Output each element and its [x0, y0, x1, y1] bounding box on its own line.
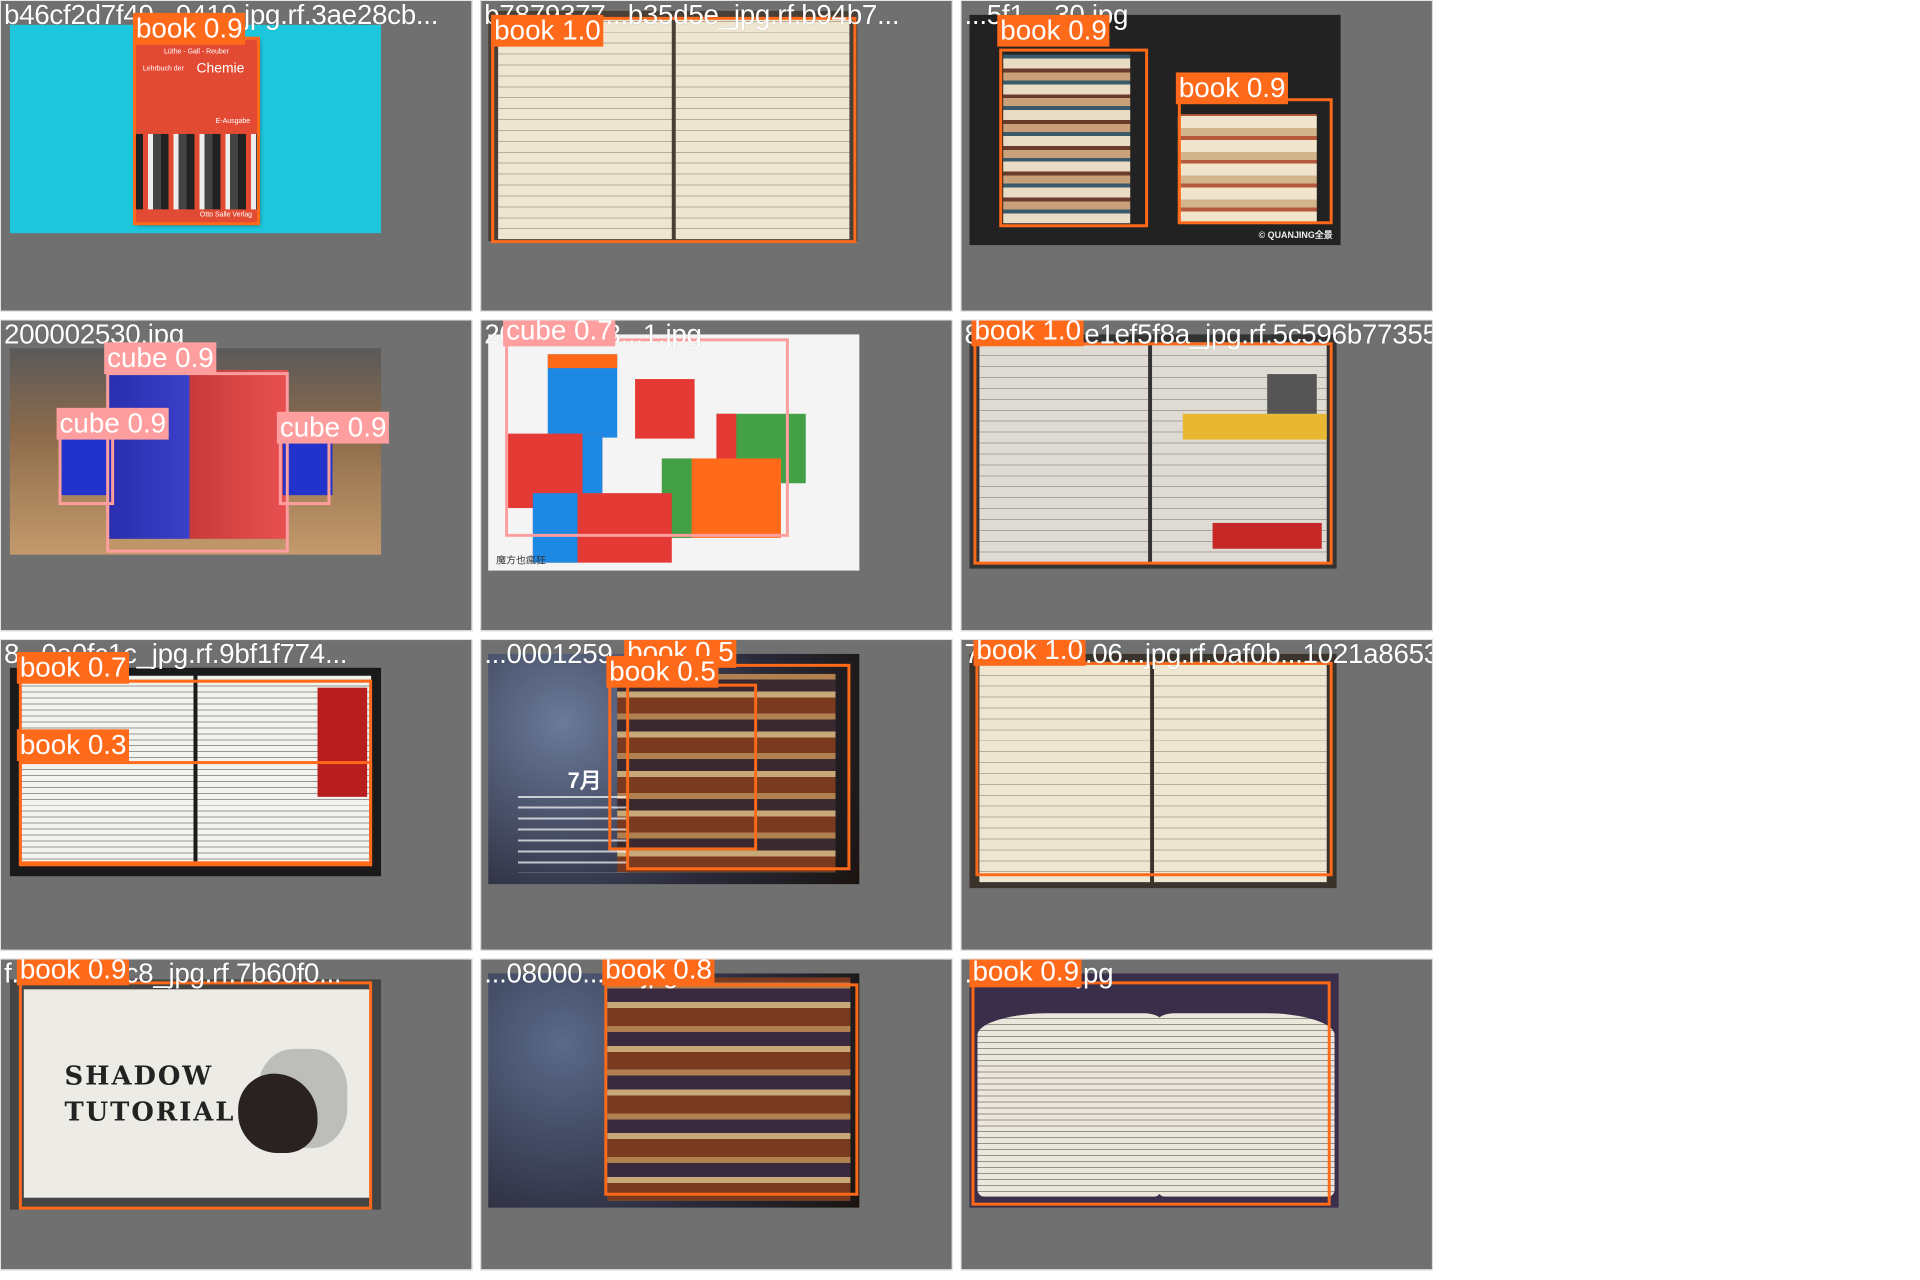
detection-box — [999, 48, 1149, 228]
detection-box — [132, 36, 260, 226]
detection-mosaic: Lüthe - Gall - Reuber Lehrbuch der Chemi… — [0, 0, 1437, 1280]
detection-box — [18, 761, 373, 867]
image-tile: 8...0a0fc1c_jpg.rf.9bf1f774... book 0.7 … — [0, 639, 473, 951]
image-tile: 魔方也瘋狂 200000353...1.jpg cube 0.7 — [480, 319, 953, 632]
detection-box — [608, 683, 758, 851]
detection-box — [106, 372, 289, 553]
detection-label: book 0.9 — [969, 959, 1083, 988]
detection-box — [604, 983, 859, 1196]
detection-label: book 0.5 — [606, 655, 719, 688]
detection-box — [278, 437, 331, 506]
detection-label: cube 0.9 — [104, 342, 217, 375]
detection-box — [491, 16, 857, 244]
detection-label: book 0.9 — [997, 14, 1110, 47]
detection-box — [973, 342, 1333, 565]
detection-label: book 0.9 — [16, 959, 130, 986]
calendar-month: 7月 — [567, 768, 602, 793]
image-tile: 8cdb5383e1ef5f8a_jpg.rf.5c596b77355c63a8… — [960, 319, 1433, 632]
image-tile: ...55...56.jpg book 0.9 — [960, 958, 1433, 1271]
image-tile: 7月 ...0001259... book 0.5 book 0.5 — [480, 639, 953, 951]
detection-box — [18, 981, 373, 1210]
detection-label: book 0.7 — [16, 651, 130, 684]
detection-box — [1177, 98, 1333, 225]
detection-label: book 0.9 — [1175, 72, 1289, 105]
detection-label: book 1.0 — [971, 320, 1085, 347]
detection-box — [971, 981, 1331, 1206]
detection-label: book 0.8 — [602, 959, 715, 986]
detection-label: book 1.0 — [491, 14, 604, 47]
image-tile: b7879377...b35d5e_jpg.rf.b94b7... book 1… — [480, 0, 953, 312]
image-tile: © QUANJING全景 ...5f1... 30.jpg book 0.9 b… — [960, 0, 1433, 312]
detection-label: cube 0.7 — [503, 320, 616, 347]
detection-label: cube 0.9 — [276, 411, 390, 444]
image-tile: 200002530.jpg cube 0.9 cube 0.9 cube 0.9 — [0, 319, 473, 632]
detection-label: book 0.9 — [132, 12, 246, 45]
watermark: © QUANJING全景 — [1258, 230, 1333, 241]
image-tile: 79...2f55...06...jpg.rf.0af0b...1021a865… — [960, 639, 1433, 951]
detection-label: book 1.0 — [973, 640, 1086, 666]
detection-label: book 0.3 — [16, 729, 130, 762]
detection-label: cube 0.9 — [56, 407, 170, 440]
image-tile: Lüthe - Gall - Reuber Lehrbuch der Chemi… — [0, 0, 473, 312]
detection-box — [975, 661, 1333, 877]
image-tile: ...08000...8...jpg book 0.8 — [480, 958, 953, 1271]
detection-box — [58, 435, 115, 506]
detection-box — [505, 338, 789, 537]
image-tile: SHADOW TUTORIAL f...53d69ec8_jpg.rf.7b60… — [0, 958, 473, 1271]
caption: 魔方也瘋狂 — [496, 555, 546, 567]
